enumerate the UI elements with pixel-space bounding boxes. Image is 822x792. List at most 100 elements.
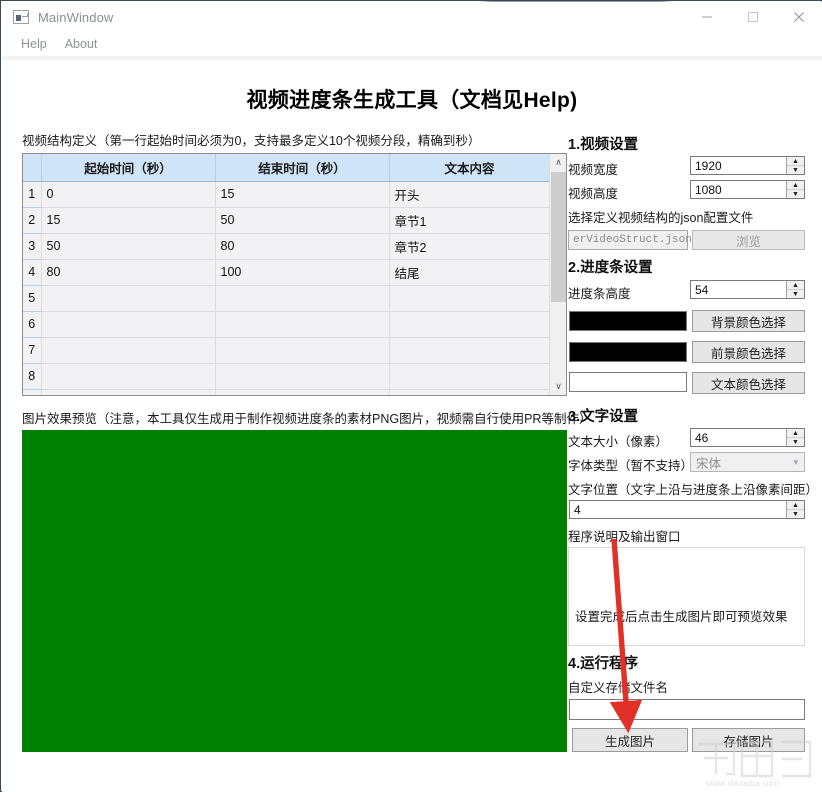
cell-start-time[interactable] (41, 285, 215, 311)
text-position-stepper[interactable]: 4 ▲ ▼ (569, 500, 805, 519)
output-filename-input[interactable] (569, 699, 805, 720)
background-color-button[interactable]: 背景颜色选择 (692, 310, 805, 332)
cell-end-time[interactable]: 50 (215, 207, 389, 233)
cell-text-content[interactable] (389, 285, 550, 311)
row-header[interactable]: 1 (23, 181, 41, 207)
text-color-swatch[interactable] (569, 372, 687, 392)
stepper-buttons[interactable]: ▲ ▼ (786, 429, 804, 446)
text-size-value[interactable]: 46 (691, 431, 786, 445)
row-header[interactable]: 2 (23, 207, 41, 233)
cell-start-time[interactable]: 50 (41, 233, 215, 259)
stepper-buttons[interactable]: ▲ ▼ (786, 157, 804, 174)
table-row[interactable]: 6 (23, 311, 550, 337)
stepper-up-icon[interactable]: ▲ (787, 501, 804, 510)
text-position-value[interactable]: 4 (570, 503, 786, 517)
menu-item-help[interactable]: Help (12, 35, 56, 53)
chevron-down-icon[interactable]: ▾ (793, 457, 798, 468)
minimize-icon[interactable] (684, 2, 730, 32)
stepper-down-icon[interactable]: ▼ (787, 166, 804, 174)
json-path-field[interactable]: erVideoStruct.json (568, 230, 688, 250)
maximize-icon[interactable] (730, 2, 776, 32)
table-row[interactable]: 7 (23, 337, 550, 363)
stepper-buttons[interactable]: ▲ ▼ (786, 181, 804, 198)
row-header[interactable]: 5 (23, 285, 41, 311)
cell-start-time[interactable]: 80 (41, 259, 215, 285)
cell-end-time[interactable] (215, 337, 389, 363)
cell-text-content[interactable] (389, 389, 550, 396)
label-progressbar-height: 进度条高度 (568, 283, 631, 302)
stepper-down-icon[interactable]: ▼ (787, 438, 804, 446)
video-structure-grid[interactable]: 起始时间（秒） 结束时间（秒） 文本内容 1 0 15 开头 2 15 (22, 153, 567, 396)
column-header-text-content[interactable]: 文本内容 (389, 154, 550, 181)
cell-text-content[interactable]: 章节1 (389, 207, 550, 233)
row-header[interactable]: 8 (23, 363, 41, 389)
cell-end-time[interactable] (215, 389, 389, 396)
cell-start-time[interactable]: 15 (41, 207, 215, 233)
cell-text-content[interactable]: 章节2 (389, 233, 550, 259)
progressbar-height-value[interactable]: 54 (691, 283, 786, 297)
cell-end-time[interactable]: 80 (215, 233, 389, 259)
row-header[interactable]: 4 (23, 259, 41, 285)
text-size-stepper[interactable]: 46 ▲ ▼ (690, 428, 805, 447)
output-log-box[interactable]: 设置完成后点击生成图片即可预览效果 (568, 547, 805, 646)
stepper-up-icon[interactable]: ▲ (787, 429, 804, 438)
table-row[interactable]: 2 15 50 章节1 (23, 207, 550, 233)
table-row[interactable]: 8 (23, 363, 550, 389)
stepper-up-icon[interactable]: ▲ (787, 181, 804, 190)
cell-end-time[interactable]: 100 (215, 259, 389, 285)
image-preview-area[interactable] (22, 430, 567, 752)
table-row[interactable]: 3 50 80 章节2 (23, 233, 550, 259)
cell-start-time[interactable]: 0 (41, 181, 215, 207)
cell-start-time[interactable] (41, 363, 215, 389)
video-width-value[interactable]: 1920 (691, 159, 786, 173)
cell-start-time[interactable] (41, 311, 215, 337)
cell-end-time[interactable] (215, 285, 389, 311)
cell-text-content[interactable]: 开头 (389, 181, 550, 207)
foreground-color-swatch[interactable] (569, 342, 687, 362)
table-row[interactable]: 5 (23, 285, 550, 311)
cell-end-time[interactable] (215, 363, 389, 389)
row-header[interactable]: 3 (23, 233, 41, 259)
row-header[interactable]: 6 (23, 311, 41, 337)
cell-text-content[interactable] (389, 363, 550, 389)
foreground-color-button[interactable]: 前景颜色选择 (692, 341, 805, 363)
video-height-value[interactable]: 1080 (691, 183, 786, 197)
close-icon[interactable] (776, 2, 822, 32)
cell-start-time[interactable] (41, 337, 215, 363)
table-row[interactable]: 4 80 100 结尾 (23, 259, 550, 285)
scrollbar-thumb[interactable] (551, 172, 566, 302)
menu-item-about[interactable]: About (56, 35, 107, 53)
column-header-end-time[interactable]: 结束时间（秒） (215, 154, 389, 181)
background-color-swatch[interactable] (569, 311, 687, 331)
stepper-down-icon[interactable]: ▼ (787, 190, 804, 198)
cell-text-content[interactable] (389, 311, 550, 337)
cell-text-content[interactable]: 结尾 (389, 259, 550, 285)
save-image-button[interactable]: 存储图片 (692, 728, 805, 752)
stepper-down-icon[interactable]: ▼ (787, 510, 804, 518)
stepper-down-icon[interactable]: ▼ (787, 290, 804, 298)
table-row[interactable]: 9 (23, 389, 550, 396)
row-header[interactable]: 9 (23, 389, 41, 396)
text-color-button[interactable]: 文本颜色选择 (692, 372, 805, 394)
font-type-select[interactable]: 宋体 ▾ (690, 452, 805, 472)
video-height-stepper[interactable]: 1080 ▲ ▼ (690, 180, 805, 199)
stepper-up-icon[interactable]: ▲ (787, 281, 804, 290)
cell-end-time[interactable] (215, 311, 389, 337)
scroll-up-icon[interactable]: ∧ (550, 154, 567, 171)
grid-vertical-scrollbar[interactable]: ∧ ∨ (549, 154, 566, 395)
cell-start-time[interactable] (41, 389, 215, 396)
table-row[interactable]: 1 0 15 开头 (23, 181, 550, 207)
cell-end-time[interactable]: 15 (215, 181, 389, 207)
grid-corner-cell[interactable] (23, 154, 41, 181)
scroll-down-icon[interactable]: ∨ (550, 378, 567, 395)
generate-image-button[interactable]: 生成图片 (572, 728, 688, 752)
browse-button[interactable]: 浏览 (692, 230, 805, 250)
cell-text-content[interactable] (389, 337, 550, 363)
stepper-up-icon[interactable]: ▲ (787, 157, 804, 166)
stepper-buttons[interactable]: ▲ ▼ (786, 281, 804, 298)
column-header-start-time[interactable]: 起始时间（秒） (41, 154, 215, 181)
progressbar-height-stepper[interactable]: 54 ▲ ▼ (690, 280, 805, 299)
stepper-buttons[interactable]: ▲ ▼ (786, 501, 804, 518)
video-width-stepper[interactable]: 1920 ▲ ▼ (690, 156, 805, 175)
row-header[interactable]: 7 (23, 337, 41, 363)
